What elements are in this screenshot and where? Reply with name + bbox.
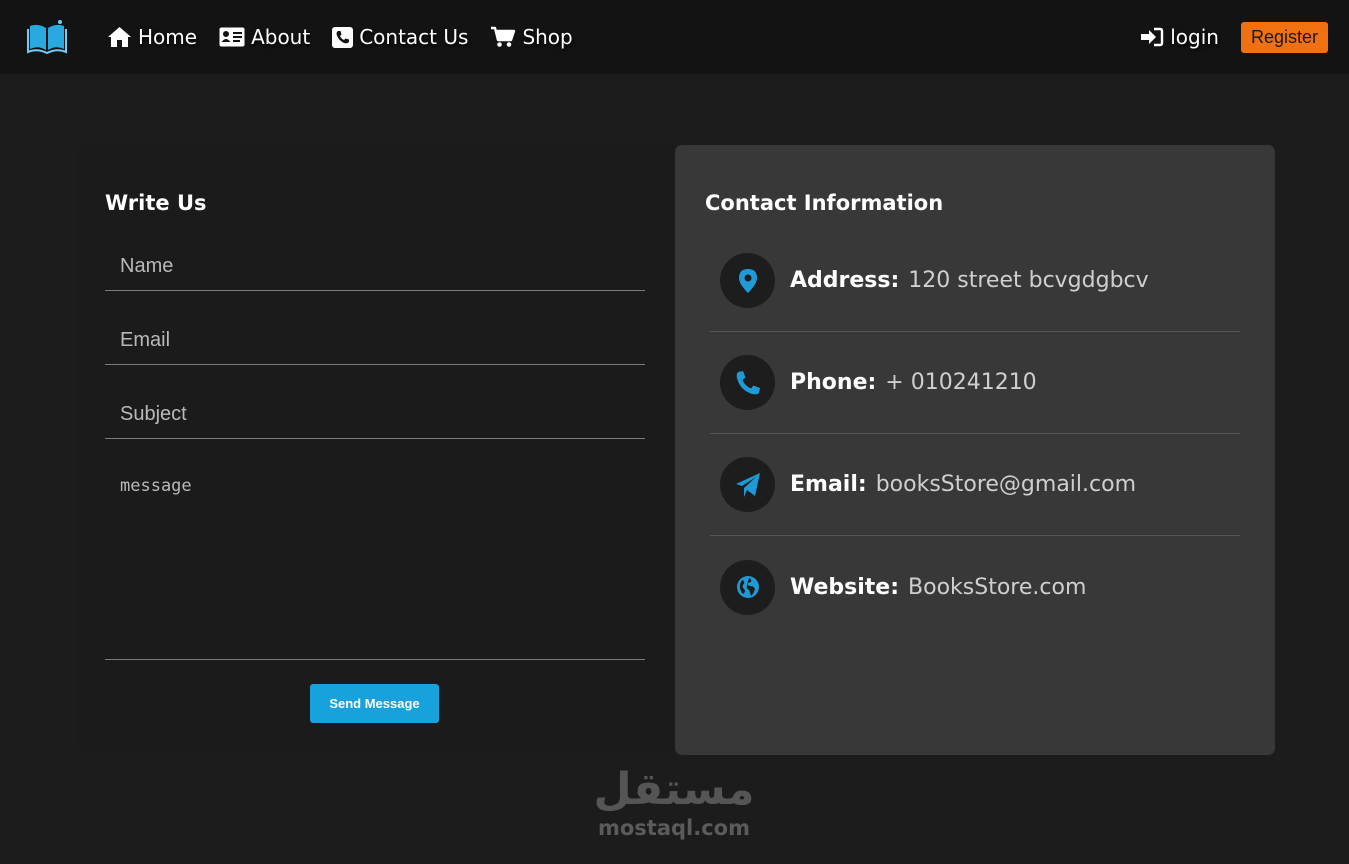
phone-value: + 010241210: [885, 370, 1037, 395]
phone-row: Phone: + 010241210: [710, 332, 1240, 434]
nav-home-label: Home: [138, 25, 198, 49]
contact-information-title: Contact Information: [705, 191, 944, 215]
home-icon: [108, 27, 131, 47]
id-card-icon: [219, 27, 245, 47]
globe-icon: [720, 559, 775, 615]
message-textarea[interactable]: [105, 464, 645, 660]
location-pin-icon: [720, 253, 775, 308]
paper-plane-icon: [720, 457, 775, 512]
contact-information-card: Contact Information Address: 120 street …: [675, 145, 1275, 755]
subject-input[interactable]: [105, 391, 645, 439]
login-link[interactable]: login: [1140, 25, 1219, 49]
nav-about[interactable]: About: [219, 25, 310, 49]
nav-contact-label: Contact Us: [359, 25, 469, 49]
phone-label: Phone:: [790, 370, 877, 395]
write-us-card: Write Us Send Message: [76, 146, 674, 752]
nav-home[interactable]: Home: [107, 25, 197, 49]
website-label: Website:: [790, 574, 900, 600]
cart-icon: [491, 26, 516, 47]
email-row: Email: booksStore@gmail.com: [710, 434, 1240, 536]
website-row: Website: BooksStore.com: [710, 536, 1240, 638]
nav-shop[interactable]: Shop: [490, 25, 573, 49]
website-value[interactable]: BooksStore.com: [908, 575, 1086, 600]
register-button[interactable]: Register: [1240, 21, 1328, 53]
email-label: Email:: [790, 472, 867, 497]
address-value: 120 street bcvgdgbcv: [908, 268, 1149, 293]
email-input[interactable]: [105, 317, 645, 365]
address-row: Address: 120 street bcvgdgbcv: [710, 230, 1240, 332]
phone-square-icon: [332, 26, 354, 48]
write-us-title: Write Us: [105, 191, 207, 215]
watermark-arabic-text: مستقل: [593, 764, 755, 815]
navbar: Home About Contact Us Shop login Registe…: [0, 0, 1349, 74]
nav-shop-label: Shop: [522, 25, 573, 49]
phone-icon: [720, 355, 775, 410]
mostaql-watermark: مستقل mostaql.com: [574, 764, 774, 854]
sign-in-icon: [1141, 27, 1164, 47]
nav-about-label: About: [251, 25, 311, 49]
name-input[interactable]: [105, 243, 645, 291]
send-message-button[interactable]: Send Message: [310, 684, 439, 723]
address-label: Address:: [790, 268, 900, 293]
book-logo-icon[interactable]: [27, 18, 67, 55]
watermark-latin-text: mostaql.com: [598, 816, 750, 840]
nav-contact-us[interactable]: Contact Us: [332, 25, 468, 49]
login-label: login: [1170, 25, 1219, 49]
email-value[interactable]: booksStore@gmail.com: [876, 472, 1136, 497]
